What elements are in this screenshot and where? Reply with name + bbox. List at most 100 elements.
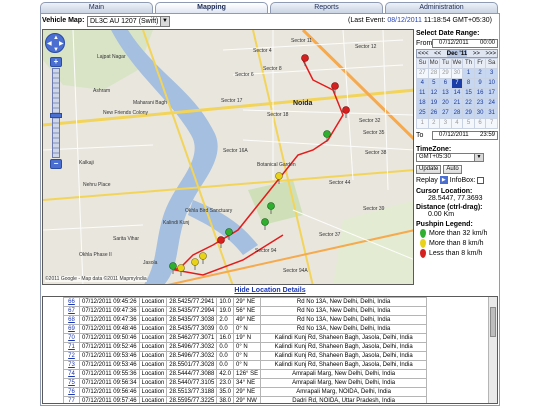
next-year-button[interactable]: >>> <box>485 50 496 57</box>
pushpin-red[interactable] <box>301 54 309 67</box>
pushpin-green[interactable] <box>323 130 331 143</box>
row-id-link[interactable]: 72 <box>63 351 80 361</box>
calendar-day[interactable]: 10 <box>485 78 498 89</box>
calendar-day[interactable]: 29 <box>439 68 452 79</box>
map-view[interactable]: Sector 11 Sector 12 Sector 4 Sector 8 Se… <box>42 29 414 285</box>
row-id-link[interactable]: 66 <box>63 297 80 307</box>
zoom-in-button[interactable]: + <box>50 57 62 67</box>
infobox-checkbox[interactable] <box>477 176 485 184</box>
calendar-day[interactable]: 23 <box>473 98 487 109</box>
calendar-day[interactable]: 16 <box>473 88 487 99</box>
calendar-day-selected[interactable]: 7 <box>450 78 464 89</box>
row-id-link[interactable]: 77 <box>63 396 80 403</box>
row-id-link[interactable]: 76 <box>63 387 80 397</box>
tab-main[interactable]: Main <box>40 2 153 13</box>
calendar-day[interactable]: 20 <box>439 98 452 109</box>
calendar-day[interactable]: 5 <box>462 118 475 129</box>
calendar-day[interactable]: 7 <box>485 118 498 129</box>
chevron-down-icon[interactable]: ▼ <box>474 154 483 161</box>
from-date-field[interactable]: 07/12/2011 00:00 <box>432 39 498 48</box>
row-id-link[interactable]: 73 <box>63 360 80 370</box>
zoom-slider-handle[interactable] <box>50 113 62 118</box>
hide-location-details-link[interactable]: Hide Location Details <box>42 287 498 294</box>
vertical-scrollbar[interactable] <box>488 297 497 403</box>
calendar-day[interactable]: 15 <box>462 88 475 99</box>
calendar-day[interactable]: 14 <box>450 88 464 99</box>
calendar-day[interactable]: 4 <box>450 118 464 129</box>
row-id-link[interactable]: 69 <box>63 324 80 334</box>
pushpin-yellow[interactable] <box>275 172 283 185</box>
calendar-day[interactable]: 3 <box>439 118 452 129</box>
calendar-day[interactable]: 2 <box>473 68 487 79</box>
row-id-link[interactable]: 71 <box>63 342 80 352</box>
calendar-day[interactable]: 6 <box>439 78 452 89</box>
pan-control[interactable]: ▲ ▼ ◀ ▶ <box>45 33 65 53</box>
tab-mapping[interactable]: Mapping <box>155 2 268 13</box>
arrow-down-icon[interactable]: ▼ <box>53 47 59 53</box>
date-calendar: <<< << Dec '11 >> >>> Su Mo Tu We Th Fr … <box>416 49 498 129</box>
timezone-select[interactable]: GMT+05:30 ▼ <box>416 153 484 162</box>
pushpin-red[interactable] <box>342 106 350 119</box>
pushpin-green[interactable] <box>225 228 233 241</box>
calendar-day[interactable]: 26 <box>427 108 441 119</box>
calendar-day[interactable]: 24 <box>485 98 498 109</box>
row-id-link[interactable]: 68 <box>63 315 80 325</box>
row-id-link[interactable]: 75 <box>63 378 80 388</box>
pushpin-yellow[interactable] <box>191 258 199 271</box>
scrollbar-thumb[interactable] <box>490 307 496 337</box>
pushpin-green[interactable] <box>169 262 177 275</box>
calendar-day[interactable]: 12 <box>427 88 441 99</box>
pushpin-green[interactable] <box>261 218 269 231</box>
tab-administration[interactable]: Administration <box>385 2 498 13</box>
calendar-day[interactable]: 29 <box>462 108 475 119</box>
calendar-day[interactable]: 30 <box>473 108 487 119</box>
pushpin-green[interactable] <box>267 202 275 215</box>
row-id-link[interactable]: 70 <box>63 333 80 343</box>
calendar-day[interactable]: 2 <box>427 118 441 129</box>
from-row: From 07/12/2011 00:00 <box>416 39 498 48</box>
calendar-day[interactable]: 28 <box>427 68 441 79</box>
calendar-day[interactable]: 1 <box>416 118 429 129</box>
zoom-out-button[interactable]: − <box>50 159 62 169</box>
calendar-day[interactable]: 17 <box>485 88 498 99</box>
calendar-day[interactable]: 28 <box>450 108 464 119</box>
calendar-day[interactable]: 9 <box>473 78 487 89</box>
pushpin-yellow[interactable] <box>177 264 185 277</box>
last-event-date[interactable]: 08/12/2011 <box>387 17 422 24</box>
calendar-day[interactable]: 25 <box>416 108 429 119</box>
calendar-day[interactable]: 3 <box>485 68 498 79</box>
pushpin-red[interactable] <box>217 236 225 249</box>
pushpin-yellow[interactable] <box>199 252 207 265</box>
arrow-right-icon[interactable]: ▶ <box>59 41 64 47</box>
next-month-button[interactable]: >> <box>473 50 480 57</box>
play-icon[interactable]: ▶ <box>439 176 448 184</box>
pushpin-red[interactable] <box>331 82 339 95</box>
row-id-link[interactable]: 74 <box>63 369 80 379</box>
calendar-day[interactable]: 5 <box>427 78 441 89</box>
update-button[interactable]: Update <box>416 165 442 174</box>
vehicle-select[interactable]: DL3C AU 1207 (Swift) ▼ <box>87 16 170 27</box>
calendar-day[interactable]: 1 <box>462 68 475 79</box>
calendar-day[interactable]: 6 <box>473 118 487 129</box>
calendar-day[interactable]: 27 <box>416 68 429 79</box>
calendar-day[interactable]: 19 <box>427 98 441 109</box>
prev-year-button[interactable]: <<< <box>418 50 429 57</box>
calendar-day[interactable]: 22 <box>462 98 475 109</box>
calendar-day[interactable]: 13 <box>439 88 452 99</box>
prev-month-button[interactable]: << <box>434 50 441 57</box>
to-date-field[interactable]: 07/12/2011 23:59 <box>432 131 498 140</box>
calendar-day[interactable]: 30 <box>450 68 464 79</box>
auto-button[interactable]: Auto <box>443 165 462 174</box>
calendar-day[interactable]: 4 <box>416 78 429 89</box>
calendar-day[interactable]: 11 <box>416 88 429 99</box>
calendar-day[interactable]: 18 <box>416 98 429 109</box>
chevron-down-icon[interactable]: ▼ <box>160 17 169 26</box>
calendar-day[interactable]: 27 <box>439 108 452 119</box>
calendar-day[interactable]: 31 <box>485 108 498 119</box>
row-id-link[interactable]: 67 <box>63 306 80 316</box>
tab-reports[interactable]: Reports <box>270 2 383 13</box>
arrow-left-icon[interactable]: ◀ <box>47 41 52 47</box>
calendar-day[interactable]: 21 <box>450 98 464 109</box>
calendar-day[interactable]: 8 <box>462 78 475 89</box>
vehicle-select-value: DL3C AU 1207 (Swift) <box>90 18 159 25</box>
